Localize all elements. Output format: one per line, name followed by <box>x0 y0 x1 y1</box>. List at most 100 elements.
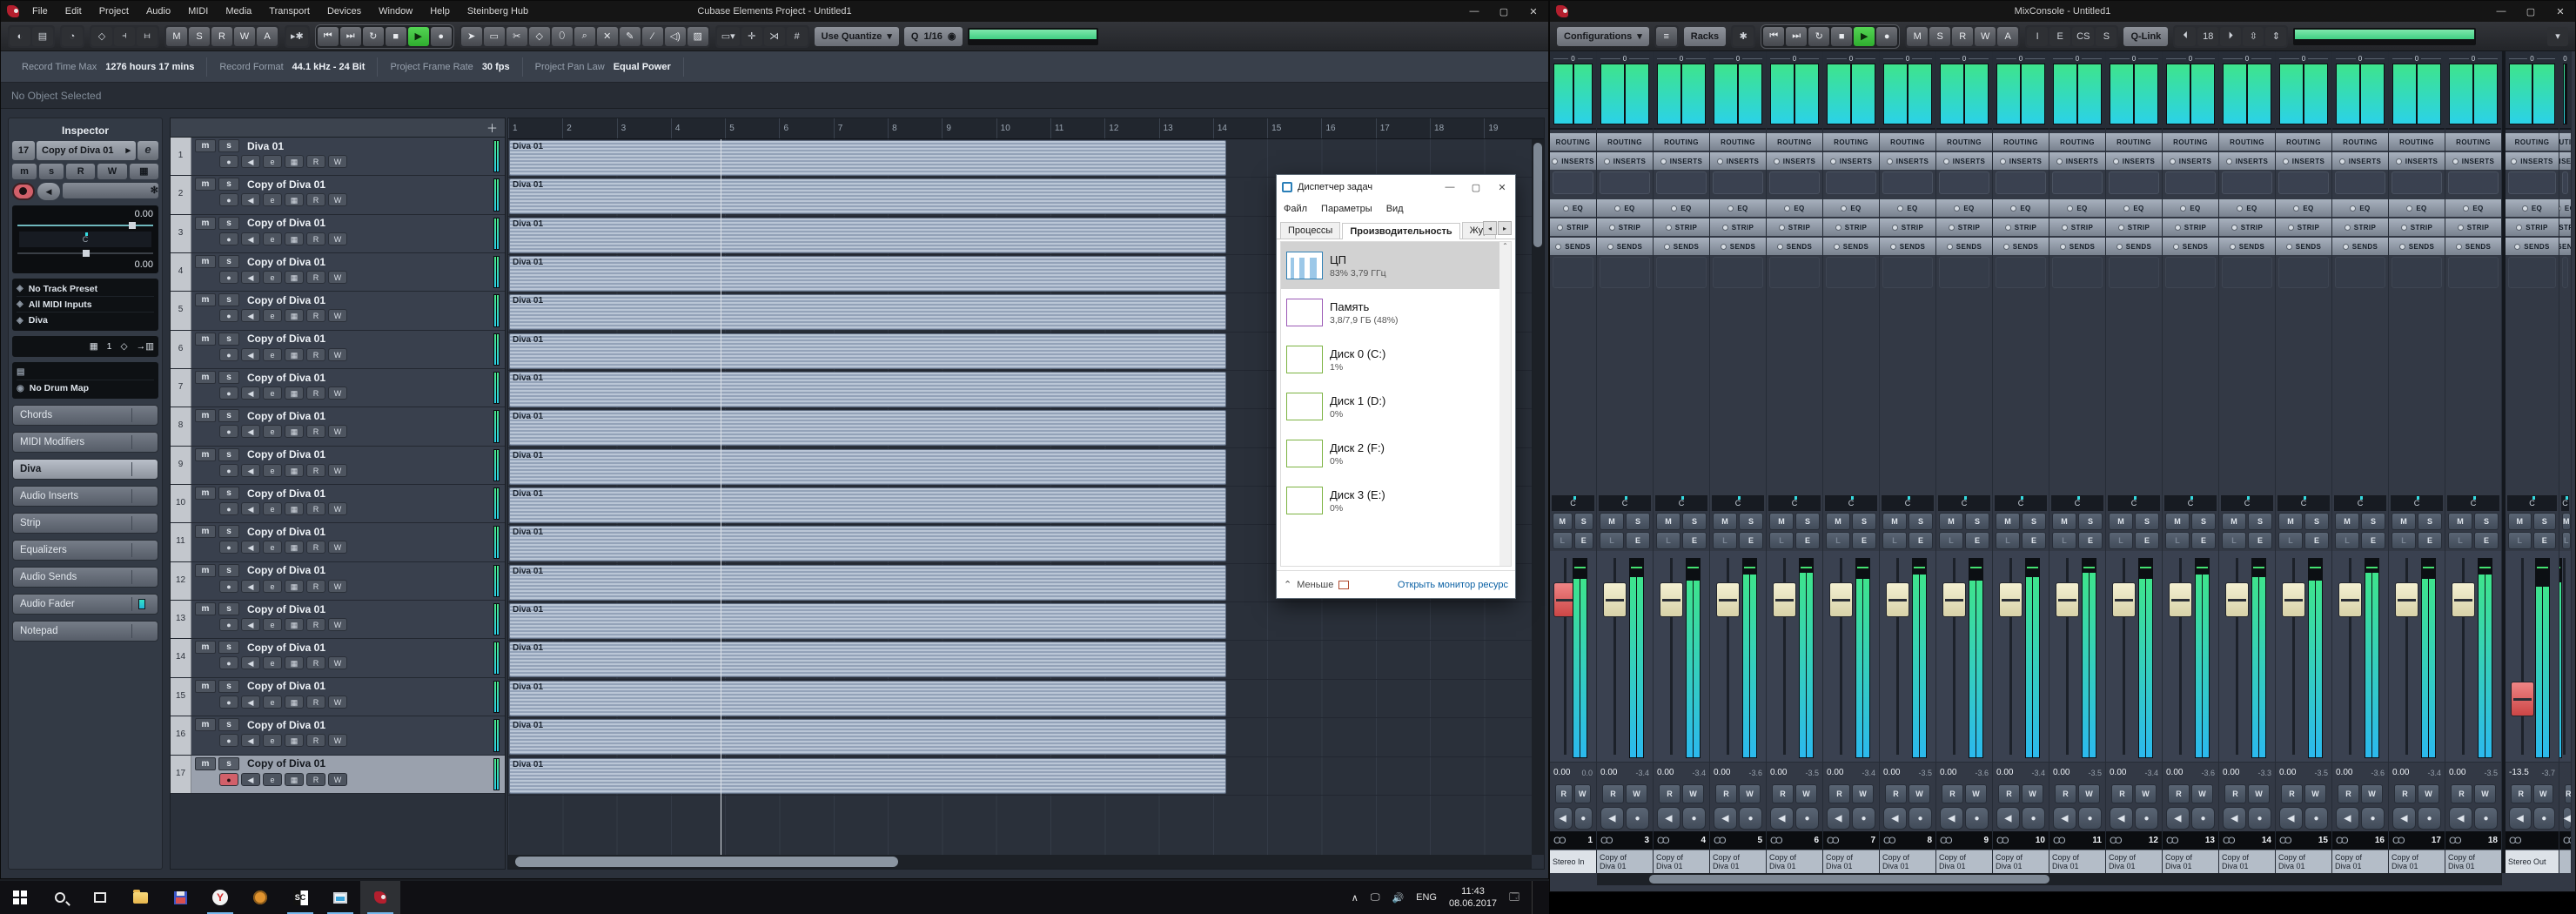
views-icon[interactable]: ✱ <box>1733 26 1754 46</box>
send-slot[interactable] <box>1826 257 1876 288</box>
insert-slot[interactable] <box>2109 171 2159 194</box>
midi-part[interactable]: Diva 01 <box>509 603 1226 640</box>
channel-name-label[interactable]: Copy of Diva 01 <box>1880 850 1935 873</box>
track-record-icon[interactable]: ● <box>219 193 238 207</box>
channel-monitor-icon[interactable]: ◀ <box>1770 807 1794 830</box>
channel-edit-button[interactable]: E <box>2022 532 2046 549</box>
track-read-button[interactable]: R <box>306 734 325 748</box>
snap-icon[interactable]: ⋊ <box>763 26 785 46</box>
inspector-section-tab[interactable]: Audio Fader <box>12 594 158 615</box>
pan-control[interactable]: C <box>2447 495 2499 511</box>
channel-solo-button[interactable]: S <box>2135 513 2159 530</box>
routing-rack-header[interactable]: ROUTING <box>2049 133 2105 151</box>
automation-button[interactable]: R <box>1952 26 1974 46</box>
fader-handle[interactable] <box>2056 582 2080 617</box>
routing-rack-header[interactable]: ROUTING <box>2559 133 2571 151</box>
fader-handle[interactable] <box>1660 582 1684 617</box>
line-tool-icon[interactable]: ∕ <box>641 26 663 46</box>
channel-solo-button[interactable]: S <box>2418 513 2442 530</box>
track-edit-button[interactable]: e <box>263 347 282 361</box>
fader-handle[interactable] <box>1773 582 1797 617</box>
track-freeze-field[interactable]: ✻ <box>63 183 158 198</box>
sends-rack-header[interactable]: SENDS <box>2049 238 2105 255</box>
channel-mute-button[interactable]: M <box>2165 513 2190 530</box>
track-record-icon[interactable]: ● <box>219 347 238 361</box>
track-solo-button[interactable]: s <box>218 756 239 770</box>
routing-rack-header[interactable]: ROUTING <box>2163 133 2218 151</box>
track-mute-button[interactable]: m <box>195 178 216 192</box>
routing-rack-header[interactable]: ROUTING <box>1880 133 1935 151</box>
notification-center-icon[interactable]: 🗔 <box>1509 890 1519 906</box>
channel-state-button[interactable]: CS <box>2072 26 2095 46</box>
inspector-section-tab[interactable]: Equalizers <box>12 540 158 561</box>
channel-edit-button[interactable]: E <box>1739 532 1763 549</box>
midi-part[interactable]: Diva 01 <box>509 256 1226 292</box>
peak-value[interactable]: -3.4 <box>2427 769 2441 777</box>
track-read-button[interactable]: R <box>306 309 325 323</box>
peak-value[interactable]: -3.6 <box>1748 769 1762 777</box>
task-manager-button[interactable] <box>320 881 360 914</box>
channel-monitor-icon[interactable]: ◀ <box>2053 807 2076 830</box>
channel-record-icon[interactable]: ● <box>2304 807 2328 830</box>
strip-rack-header[interactable]: STRIP <box>1654 218 1709 236</box>
channel-listen-button[interactable]: L <box>1600 532 1624 549</box>
pan-control[interactable]: C <box>1768 495 1821 511</box>
toolbar-overflow-icon[interactable]: ▾ <box>2547 26 2568 46</box>
channel-name-label[interactable]: Copy of Diva 01 <box>2106 850 2162 873</box>
channel-listen-button[interactable]: L <box>2109 532 2133 549</box>
inserts-rack-header[interactable]: INSERTS <box>2389 152 2445 170</box>
activate-project-icon[interactable]: ◐ <box>10 26 30 46</box>
minimize-icon[interactable]: — <box>1459 1 1489 22</box>
track-monitor-icon[interactable]: ◀ <box>241 425 260 439</box>
channel-record-icon[interactable]: ● <box>1682 807 1706 830</box>
track-row[interactable]: 10 m s Copy of Diva 01 ● ◀ e ▦ R W <box>171 485 505 524</box>
pan-control[interactable]: C <box>2051 495 2103 511</box>
mixer-channel-strip[interactable]: 0 ROUTING INSERTS EQ STRIP SENDS C <box>2559 51 2572 873</box>
mixer-channel-strip[interactable]: 0 ROUTING INSERTS EQ STRIP SENDS C <box>1654 51 1710 873</box>
track-solo-button[interactable]: s <box>218 255 239 269</box>
track-monitor-icon[interactable]: ◀ <box>241 656 260 670</box>
go-previous-marker-icon[interactable]: ⏮ <box>317 26 339 46</box>
send-slot[interactable] <box>1769 257 1820 288</box>
channel-name-label[interactable]: Stereo In <box>1550 850 1596 873</box>
peak-value[interactable]: -3.4 <box>1635 769 1649 777</box>
sends-rack-header[interactable]: SENDS <box>1767 238 1822 255</box>
track-mute-button[interactable]: m <box>195 756 216 770</box>
track-mute-button[interactable]: m <box>195 641 216 655</box>
strip-rack-header[interactable]: STRIP <box>2559 218 2571 236</box>
track-record-icon[interactable]: ● <box>219 309 238 323</box>
channel-solo-button[interactable]: S <box>1739 513 1763 530</box>
menu-item[interactable]: Steinberg Hub <box>467 6 528 17</box>
fader-handle[interactable] <box>2112 582 2137 617</box>
menu-item[interactable]: Help <box>430 6 450 17</box>
inspector-section-tab[interactable]: Audio Sends <box>12 567 158 588</box>
edit-channel-button[interactable]: e <box>138 141 158 160</box>
strip-rack-header[interactable]: STRIP <box>1767 218 1822 236</box>
automation-button[interactable]: A <box>257 26 278 46</box>
insert-slot[interactable] <box>1656 171 1707 194</box>
routing-rack-header[interactable]: ROUTING <box>2106 133 2162 151</box>
track-monitor-icon[interactable]: ◀ <box>241 463 260 477</box>
quantize-preset-dropdown[interactable]: Use Quantize ▾ <box>814 26 899 46</box>
tab-scroll-right-icon[interactable]: ▸ <box>1498 221 1512 235</box>
fader-handle[interactable] <box>2338 582 2363 617</box>
channel-write-button[interactable]: W <box>2474 784 2496 803</box>
track-read-button[interactable]: R <box>306 347 325 361</box>
channel-listen-button[interactable]: L <box>2335 532 2359 549</box>
pan-control[interactable]: C <box>1712 495 1764 511</box>
fader-handle[interactable] <box>2225 582 2250 617</box>
sends-rack-header[interactable]: SENDS <box>1550 238 1596 255</box>
peak-value[interactable]: -3.5 <box>2484 769 2498 777</box>
cycle-icon[interactable]: ↻ <box>1808 26 1830 46</box>
midi-part[interactable]: Diva 01 <box>509 333 1226 369</box>
inspector-section-tab[interactable]: Audio Inserts <box>12 486 158 507</box>
channel-write-button[interactable]: W <box>1573 784 1591 803</box>
track-edit-button[interactable]: e <box>263 271 282 285</box>
erase-tool-icon[interactable]: ⬯ <box>551 26 573 46</box>
inserts-rack-header[interactable]: INSERTS <box>2163 152 2218 170</box>
channel-read-button[interactable]: R <box>1602 784 1624 803</box>
mixer-channel-strip[interactable]: 0 ROUTING INSERTS EQ STRIP SENDS C <box>2332 51 2389 873</box>
eq-rack-header[interactable]: EQ <box>1767 199 1822 217</box>
inserts-rack-header[interactable]: INSERTS <box>2219 152 2275 170</box>
channel-name-label[interactable]: Copy of Diva 01 <box>2332 850 2388 873</box>
